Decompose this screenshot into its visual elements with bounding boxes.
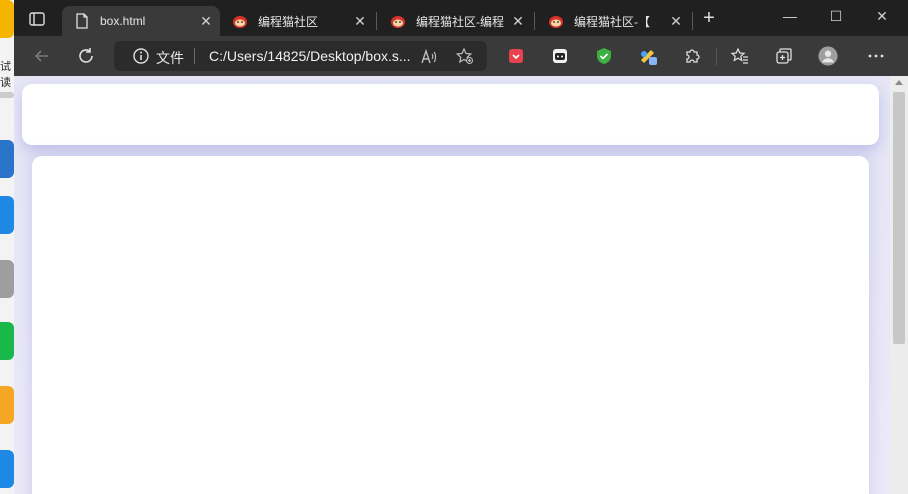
close-tab-icon[interactable]: ✕ <box>510 13 526 29</box>
game-extension-icon[interactable] <box>550 46 570 66</box>
colorful-extension-icon[interactable] <box>638 46 658 66</box>
minimize-button[interactable]: — <box>780 8 800 26</box>
more-options-icon[interactable] <box>866 46 886 66</box>
address-divider <box>194 48 195 64</box>
app-icon-gray <box>0 260 14 298</box>
tab-separator <box>534 12 535 30</box>
tab-separator <box>692 12 693 30</box>
shield-extension-icon[interactable] <box>594 46 614 66</box>
scroll-up-arrow-icon[interactable] <box>895 80 903 85</box>
favorites-icon[interactable] <box>730 46 750 66</box>
close-window-button[interactable]: ✕ <box>872 8 892 26</box>
tab-separator <box>376 12 377 30</box>
extensions-puzzle-icon[interactable] <box>682 46 702 66</box>
background-window-text: 试读 <box>0 61 11 89</box>
browser-toolbar: 文件 C:/Users/14825/Desktop/box.s... <box>14 36 908 76</box>
app-icon-green <box>0 322 14 360</box>
add-favorite-icon[interactable] <box>455 47 474 65</box>
browser-window: box.html ✕ 编程猫社区 ✕ 编程猫社区-编程 ✕ 编程猫社区-【 ✕ <box>14 0 908 494</box>
header-card <box>22 84 879 145</box>
app-icon-blue-3 <box>0 450 14 488</box>
codemao-icon <box>232 13 248 29</box>
maximize-button[interactable]: ☐ <box>826 8 846 26</box>
file-icon <box>74 13 90 29</box>
tab-label: 编程猫社区-编程 <box>416 14 504 29</box>
content-card <box>32 156 869 494</box>
profile-avatar-icon[interactable] <box>818 46 838 66</box>
star-icon <box>0 92 14 98</box>
read-aloud-icon[interactable] <box>420 48 438 66</box>
vertical-scrollbar[interactable] <box>890 76 908 494</box>
tab-label: 编程猫社区 <box>258 14 319 29</box>
collections-icon[interactable] <box>774 46 794 66</box>
close-tab-icon[interactable]: ✕ <box>198 13 214 29</box>
new-tab-button[interactable]: + <box>700 8 718 28</box>
pocket-extension-icon[interactable] <box>506 46 526 66</box>
tab-actions-icon[interactable] <box>28 10 46 28</box>
address-bar[interactable]: 文件 C:/Users/14825/Desktop/box.s... <box>114 41 487 71</box>
back-button[interactable] <box>32 46 52 66</box>
app-icon-orange <box>0 386 14 424</box>
tab-codemao-3[interactable]: 编程猫社区-【 ✕ <box>536 6 690 36</box>
app-icon-blue-2 <box>0 196 14 234</box>
tab-codemao-1[interactable]: 编程猫社区 ✕ <box>220 6 374 36</box>
tab-codemao-2[interactable]: 编程猫社区-编程 ✕ <box>378 6 532 36</box>
tab-label: 编程猫社区-【 <box>574 14 650 29</box>
refresh-button[interactable] <box>76 46 96 66</box>
tab-box-html[interactable]: box.html ✕ <box>62 6 220 36</box>
close-tab-icon[interactable]: ✕ <box>352 13 368 29</box>
page-viewport <box>14 76 890 494</box>
close-tab-icon[interactable]: ✕ <box>668 13 684 29</box>
toolbar-separator <box>716 48 717 66</box>
url-text[interactable]: C:/Users/14825/Desktop/box.s... <box>209 48 411 64</box>
background-window-edge: 试读 <box>0 0 14 494</box>
codemao-icon <box>390 13 406 29</box>
app-icon-blue <box>0 140 14 178</box>
info-icon[interactable] <box>132 47 150 65</box>
codemao-icon <box>548 13 564 29</box>
protocol-label: 文件 <box>156 50 184 66</box>
tab-strip: box.html ✕ 编程猫社区 ✕ 编程猫社区-编程 ✕ 编程猫社区-【 ✕ <box>14 0 908 36</box>
app-icon-yellow <box>0 0 14 38</box>
scrollbar-thumb[interactable] <box>893 92 905 344</box>
tab-label: box.html <box>100 14 146 28</box>
